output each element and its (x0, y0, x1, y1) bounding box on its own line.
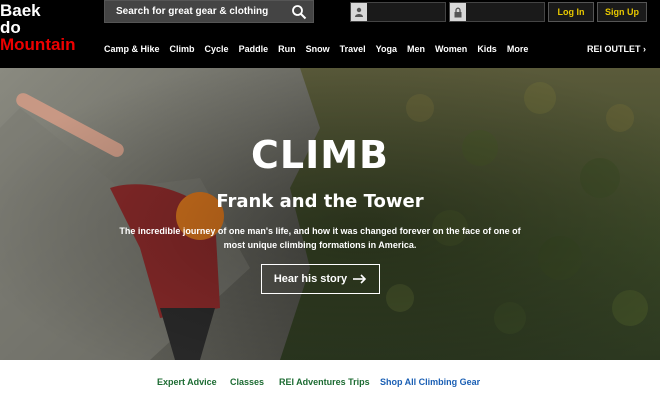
nav-item-kids[interactable]: Kids (477, 44, 497, 58)
nav-item-travel[interactable]: Travel (340, 44, 366, 58)
site-logo[interactable]: Baek do Mountain (0, 2, 100, 53)
user-icon (351, 3, 367, 21)
nav-item-run[interactable]: Run (278, 44, 296, 58)
classes-link[interactable]: Classes (230, 377, 264, 387)
login-button[interactable]: Log In (548, 2, 594, 22)
nav-item-paddle[interactable]: Paddle (239, 44, 269, 58)
hero-title: CLIMB (250, 133, 390, 177)
nav-item-women[interactable]: Women (435, 44, 467, 58)
hero-description: The incredible journey of one man's life… (119, 226, 521, 250)
hero-subtitle: Frank and the Tower (216, 191, 424, 212)
nav-item-more[interactable]: More (507, 44, 529, 58)
search-input[interactable]: Search for great gear & clothing (116, 6, 268, 17)
logo-line-2: do (0, 18, 21, 37)
hero-background-image (0, 68, 660, 360)
lock-icon (450, 3, 466, 21)
nav-item-yoga[interactable]: Yoga (376, 44, 397, 58)
search-icon[interactable] (291, 4, 307, 20)
password-field[interactable] (449, 2, 545, 22)
hear-story-button[interactable]: Hear his story (261, 264, 380, 294)
username-field[interactable] (350, 2, 446, 22)
nav-item-camp-hike[interactable]: Camp & Hike (104, 44, 160, 58)
signup-button[interactable]: Sign Up (597, 2, 647, 22)
nav-item-men[interactable]: Men (407, 44, 425, 58)
climb-sublinks: Expert Advice Classes REI Adventures Tri… (0, 377, 660, 391)
nav-item-cycle[interactable]: Cycle (205, 44, 229, 58)
expert-advice-link[interactable]: Expert Advice (157, 377, 217, 387)
main-nav: Camp & Hike Climb Cycle Paddle Run Snow … (104, 44, 538, 58)
nav-item-climb[interactable]: Climb (170, 44, 195, 58)
arrow-right-icon (353, 274, 367, 284)
header: Baek do Mountain Search for great gear &… (0, 0, 660, 68)
nav-item-snow[interactable]: Snow (306, 44, 330, 58)
outlet-link[interactable]: REI OUTLET › (587, 44, 646, 54)
logo-line-1: Baek (0, 1, 41, 20)
cta-label: Hear his story (273, 273, 348, 285)
shop-climbing-gear-link[interactable]: Shop All Climbing Gear (380, 377, 480, 387)
hero-banner: CLIMB Frank and the Tower The incredible… (0, 68, 660, 360)
search-bar[interactable]: Search for great gear & clothing (104, 0, 314, 23)
adventures-trips-link[interactable]: REI Adventures Trips (279, 377, 370, 387)
logo-line-3: Mountain (0, 35, 76, 54)
